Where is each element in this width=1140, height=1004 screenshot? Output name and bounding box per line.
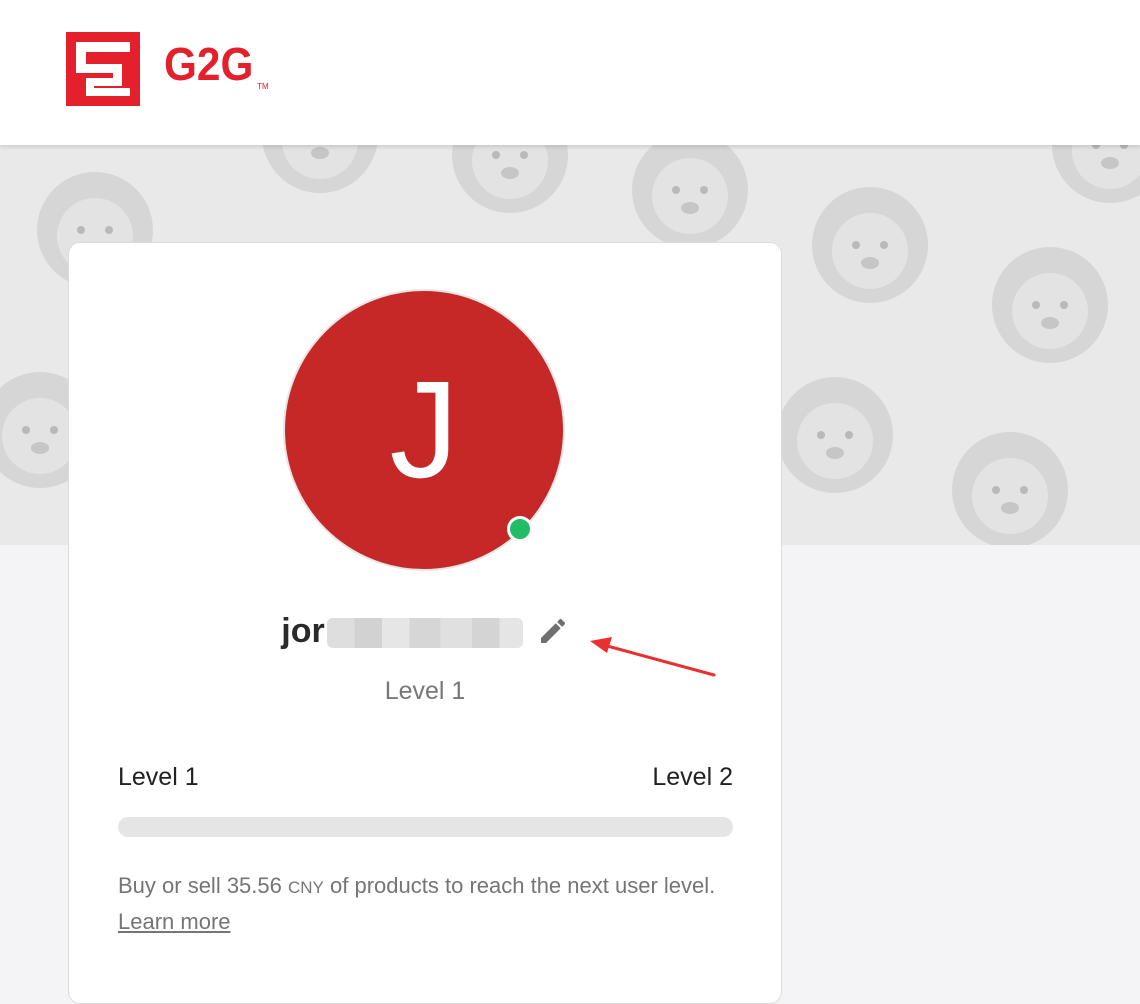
annotation-arrow-icon <box>590 637 716 677</box>
username-text: jor <box>281 611 325 650</box>
g2g-logo[interactable]: G2G TM <box>66 32 269 106</box>
next-level-suffix: of products to reach the next user level… <box>330 873 716 898</box>
pencil-icon[interactable] <box>537 615 569 647</box>
currency-code: CNY <box>288 878 324 897</box>
learn-more-link[interactable]: Learn more <box>118 909 231 934</box>
current-level-label: Level 1 <box>118 763 199 791</box>
level-progress-bar <box>118 817 733 837</box>
online-status-dot <box>507 516 533 542</box>
username-redacted <box>326 617 523 648</box>
next-level-prefix: Buy or sell 35.56 <box>118 873 282 898</box>
g2g-logo-icon <box>66 32 140 106</box>
brand-name: G2G <box>164 38 254 90</box>
next-level-label: Level 2 <box>652 763 733 791</box>
top-header: G2G TM <box>0 0 1140 145</box>
trademark-mark: TM <box>257 82 269 91</box>
level-progress-labels: Level 1 Level 2 <box>118 763 733 792</box>
username: jor <box>281 611 523 651</box>
next-level-message: Buy or sell 35.56 CNY of products to rea… <box>118 869 733 939</box>
